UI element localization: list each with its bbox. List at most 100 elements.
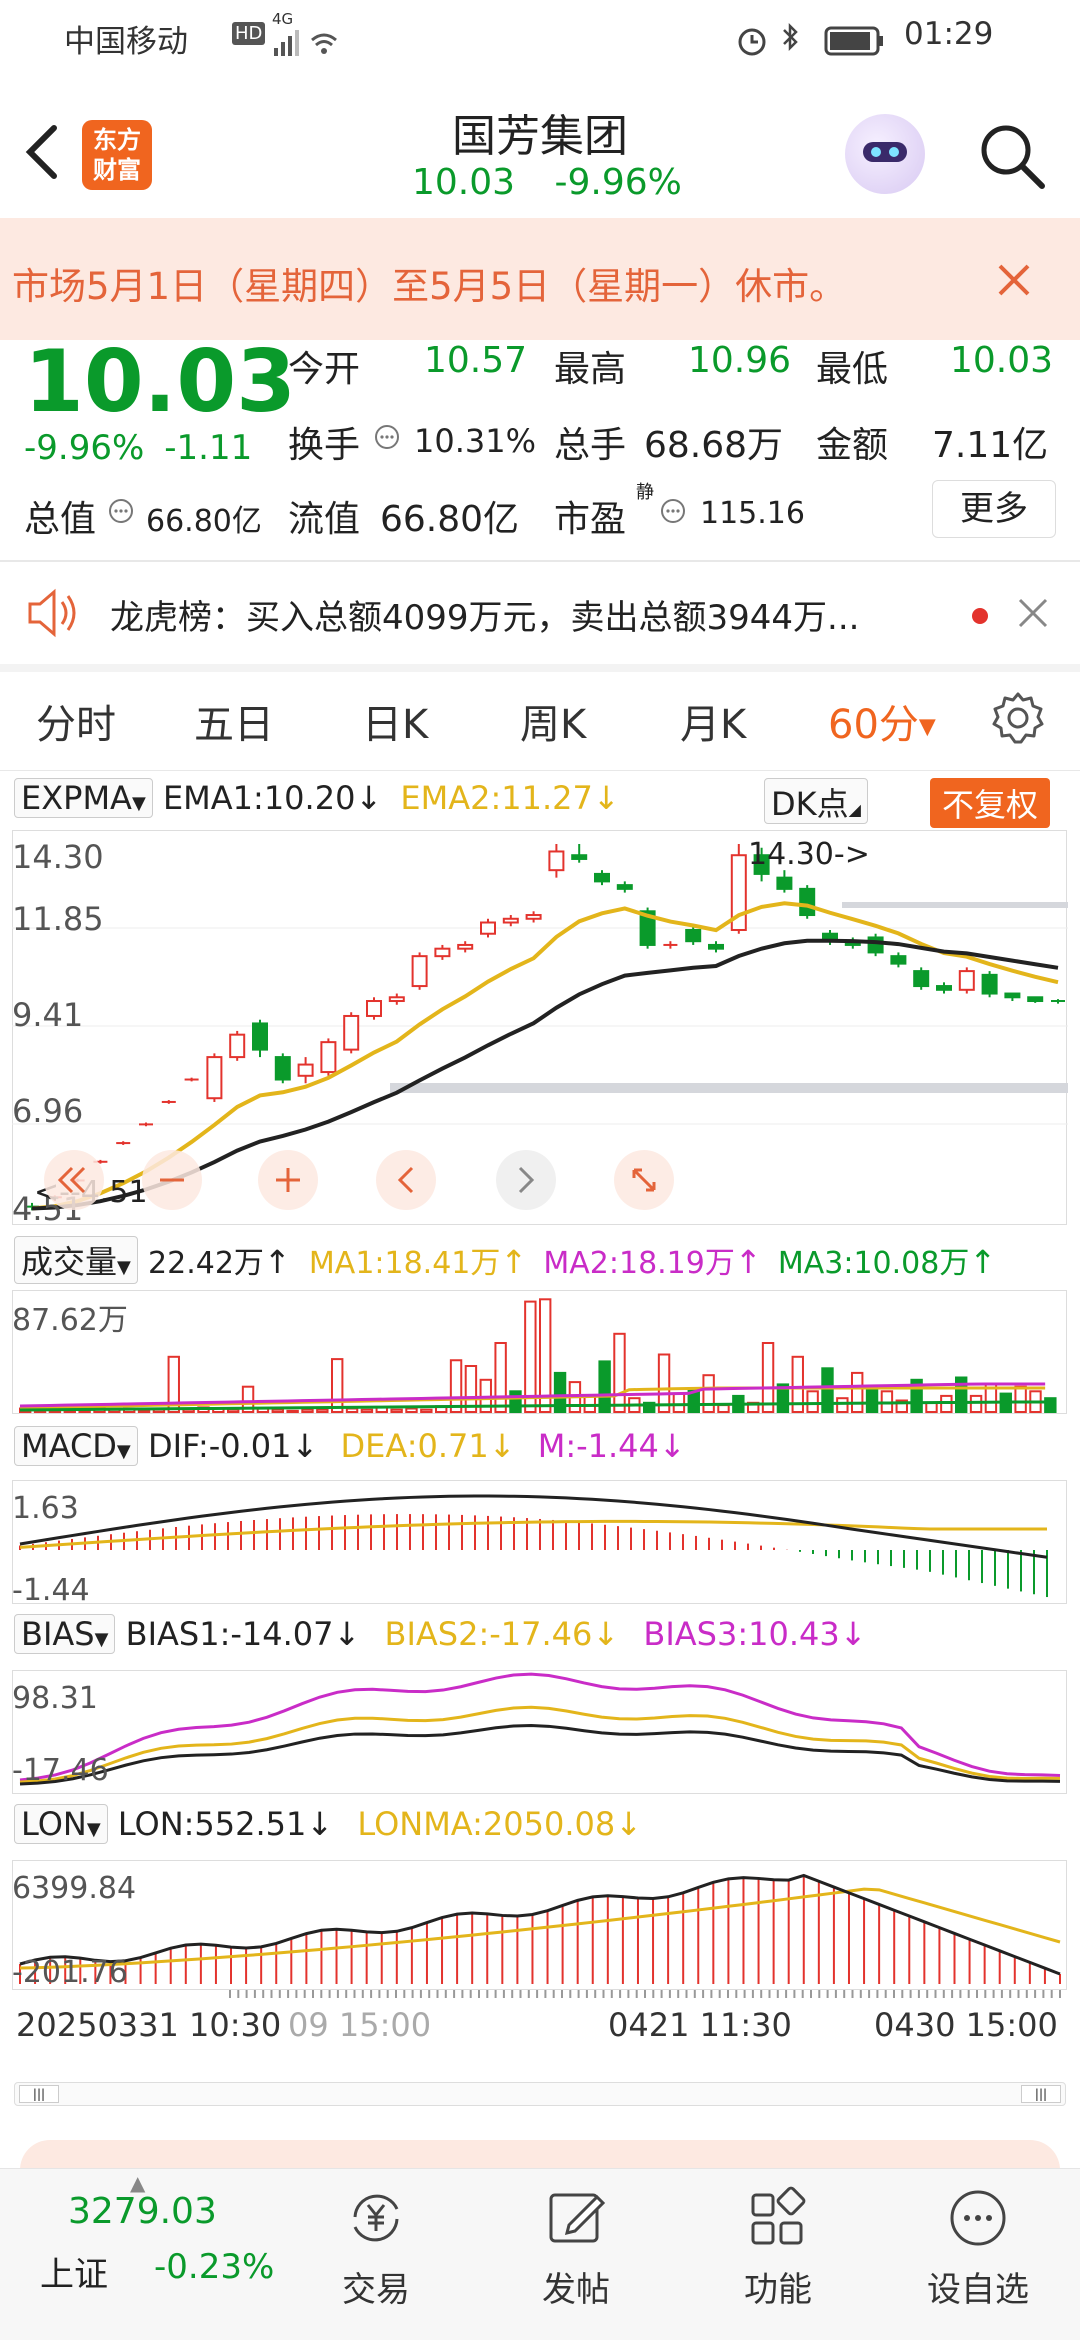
volume-bar <box>405 1407 418 1414</box>
high-marker: 14.30-> <box>748 837 870 872</box>
tab-five-day[interactable]: 五日 <box>194 692 274 750</box>
mktcap-label: 总值 <box>24 499 97 540</box>
mktcap-value: 66.80亿 <box>146 504 262 539</box>
candle-body <box>958 970 975 991</box>
lon-y-bottom: -201.76 <box>12 1955 128 1990</box>
float-value: 66.80亿 <box>380 499 520 540</box>
macd-y-top: 1.63 <box>12 1491 79 1526</box>
dk-point-button[interactable]: DK点◢ <box>764 778 868 824</box>
volume-bar <box>420 1408 433 1413</box>
volume-bar <box>494 1342 507 1413</box>
lon-chart[interactable]: 6399.84 -201.76 <box>12 1860 1068 1990</box>
candle-body <box>274 1056 291 1081</box>
info-icon[interactable] <box>660 498 686 524</box>
candle-body <box>297 1063 314 1077</box>
y-label-1: 14.30 <box>12 838 104 876</box>
high-value: 10.96 <box>688 340 792 381</box>
bias-y-bottom: -17.46 <box>12 1753 109 1788</box>
volume-label: 总手 <box>554 425 627 466</box>
dragon-tiger-row[interactable]: 龙虎榜：买入总额4099万元，卖出总额3944万... <box>0 564 1080 664</box>
function-button[interactable]: 功能 <box>698 2169 858 2311</box>
kline-chart[interactable]: 14.30 11.85 9.41 6.96 4.51 14.30-> <--4.… <box>12 830 1068 1226</box>
index-name: 上证 <box>40 2255 108 2295</box>
promo-strip <box>20 2140 1060 2170</box>
indicator-select-expma[interactable]: EXPMA▼ <box>14 778 153 818</box>
info-icon[interactable] <box>108 498 134 524</box>
volume-bar <box>509 1390 522 1414</box>
hd-badge: HD <box>232 22 266 45</box>
volume-bar <box>865 1385 879 1413</box>
indicator-select-macd[interactable]: MACD▼ <box>14 1426 138 1466</box>
volume-y-top: 87.62万 <box>12 1303 128 1338</box>
bias-chart[interactable]: 98.31 -17.46 <box>12 1670 1068 1794</box>
edit-icon <box>549 2193 606 2243</box>
y-label-3: 9.41 <box>12 996 83 1034</box>
candle-body <box>571 854 588 860</box>
status-bar: 中国移动 HD 4G 01:29 <box>0 0 1080 86</box>
assistant-avatar[interactable] <box>845 114 925 194</box>
index-change: -0.23% <box>154 2247 275 2287</box>
candle-body <box>913 970 930 988</box>
volume-bar <box>851 1371 864 1413</box>
adjust-mode-button[interactable]: 不复权 <box>930 778 1051 828</box>
turnover-value: 10.31% <box>414 422 537 460</box>
volume-bar <box>271 1408 284 1413</box>
chevron-down-icon: ▼ <box>86 1819 101 1840</box>
candle-body <box>343 1014 360 1051</box>
float-label: 流值 <box>288 499 361 540</box>
candle-body <box>685 928 702 943</box>
tab-daily-k[interactable]: 日K <box>362 692 428 750</box>
x-label-faded: 09 15:00 <box>288 2006 431 2044</box>
tab-60min[interactable]: 60分▼ <box>828 692 936 750</box>
chevron-down-icon: ▼ <box>131 793 146 814</box>
low-label: 最低 <box>816 349 889 390</box>
expma-header: EXPMA▼ EMA1:10.20↓ EMA2:11.27↓ <box>14 778 620 824</box>
candle-body <box>890 955 907 965</box>
indicator-select-bias[interactable]: BIAS▼ <box>14 1614 116 1654</box>
unread-dot <box>972 608 988 624</box>
trade-button[interactable]: 交易 <box>296 2169 456 2311</box>
volume-chart[interactable]: 87.62万 <box>12 1290 1068 1414</box>
close-icon[interactable] <box>1016 596 1050 630</box>
candle-body <box>320 1041 337 1074</box>
range-scrollbar[interactable]: ||| ||| <box>14 2082 1066 2106</box>
low-value: 10.03 <box>950 340 1054 381</box>
indicator-select-volume[interactable]: 成交量▼ <box>14 1236 138 1284</box>
gear-icon[interactable] <box>990 690 1046 746</box>
tab-monthly-k[interactable]: 月K <box>680 692 746 750</box>
clock-label: 01:29 <box>904 16 994 52</box>
volume-bar <box>286 1409 299 1413</box>
open-value: 10.57 <box>424 340 528 381</box>
more-button[interactable]: 更多 <box>932 480 1056 538</box>
candle-body <box>799 887 816 917</box>
bias-y-top: 98.31 <box>12 1681 98 1716</box>
chevron-down-icon: ▼ <box>116 1441 131 1462</box>
tab-intraday[interactable]: 分时 <box>36 692 116 750</box>
market-notice-banner: 市场5月1日（星期四）至5月5日（星期一）休市。 <box>0 218 1080 340</box>
carrier-label: 中国移动 <box>64 24 188 60</box>
lon-y-top: 6399.84 <box>12 1871 136 1906</box>
volume-bar <box>761 1342 775 1413</box>
info-icon[interactable] <box>374 424 400 450</box>
add-watchlist-button[interactable]: 设自选 <box>898 2169 1058 2311</box>
volume-bar <box>137 1409 151 1413</box>
speaker-icon <box>28 588 76 638</box>
volume-bar <box>360 1408 374 1413</box>
index-value[interactable]: 3279.03 <box>68 2191 217 2232</box>
candle-body <box>411 955 428 988</box>
indicator-select-lon[interactable]: LON▼ <box>14 1804 108 1844</box>
tab-weekly-k[interactable]: 周K <box>520 692 586 750</box>
range-handle-right[interactable]: ||| <box>1021 2085 1061 2103</box>
candle-body <box>1027 996 1044 1003</box>
search-icon[interactable] <box>976 120 1048 192</box>
volume-header: 成交量▼ 22.42万↑ MA1:18.41万↑ MA2:18.19万↑ MA3… <box>14 1236 996 1284</box>
chevron-down-icon: ▼ <box>117 1257 131 1278</box>
close-icon[interactable] <box>996 262 1032 298</box>
volume-bar <box>227 1408 240 1413</box>
post-button[interactable]: 发帖 <box>496 2169 656 2311</box>
range-handle-left[interactable]: ||| <box>19 2085 59 2103</box>
quote-panel: 10.03 -9.96% -1.11 今开 10.57 最高 10.96 最低 1… <box>0 332 1080 560</box>
candle-body <box>366 1000 382 1017</box>
volume-bar <box>821 1367 834 1414</box>
macd-chart[interactable]: 1.63 -1.44 <box>12 1480 1068 1604</box>
